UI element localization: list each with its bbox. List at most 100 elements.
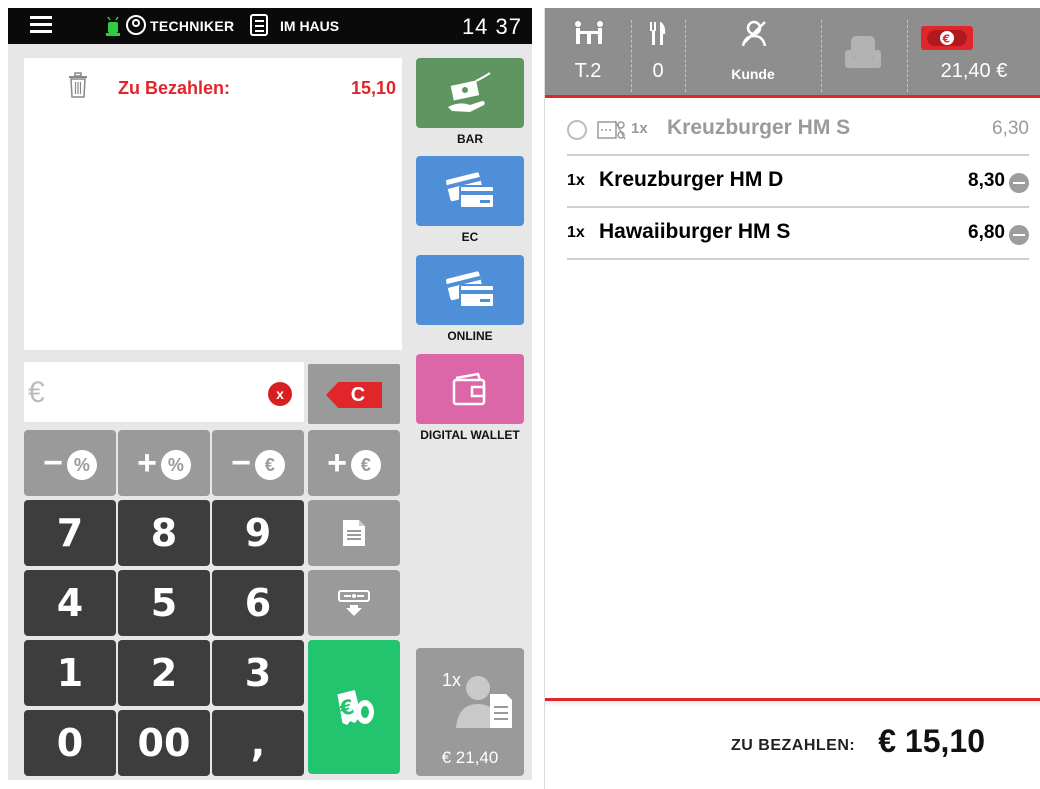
online-label: ONLINE [447,329,493,343]
remove-item-icon[interactable] [1009,225,1029,245]
trash-icon[interactable] [68,72,88,98]
key-8[interactable]: 8 [118,500,210,566]
item-name: Kreuzburger HM S [667,116,851,139]
footer-to-pay-label: ZU BEZAHLEN: [731,737,856,754]
key-7[interactable]: 7 [24,500,116,566]
hamburger-menu-icon[interactable] [30,16,52,34]
digital-wallet-button[interactable] [416,354,524,424]
key-2[interactable]: 2 [118,640,210,706]
minus-sign: − [231,443,251,482]
to-pay-label: Zu Bezahlen: [118,78,231,98]
user-icon [126,15,146,35]
split-bill-icon [597,120,626,140]
order-total: 21,40 € [940,60,1008,82]
item-price: 8,30 [968,170,1005,191]
remove-item-icon[interactable] [1009,173,1029,193]
item-name: Kreuzburger HM D [599,168,784,191]
amount-input[interactable]: € x [24,362,304,422]
top-bar: TECHNIKER IM HAUS 14 37 [8,8,532,44]
key-1[interactable]: 1 [24,640,116,706]
minus-percent-button[interactable]: −% [24,430,116,496]
order-mode-icon [250,14,268,36]
percent-icon: % [66,449,97,480]
plus-euro-button[interactable]: + € [308,430,400,496]
order-mode[interactable]: IM HAUS [280,18,339,34]
pay-receipt-icon: € [336,690,374,725]
minus-euro-button[interactable]: − € [212,430,304,496]
clock: 14 37 [461,14,522,39]
item-price: 6,80 [968,222,1005,243]
item-name: Hawaiiburger HM S [599,220,791,243]
cash-payment-button[interactable] [416,58,524,128]
percent-icon: % [160,449,191,480]
plus-percent-button[interactable]: +% [118,430,210,496]
receipt-document-icon [343,520,365,546]
complete-payment-button[interactable]: € [308,640,400,774]
cash-drawer-icon [338,590,370,616]
key-comma[interactable]: , [212,710,304,776]
table-number: T.2 [574,60,602,82]
order-header: T.2 0 Kunde € 21,40 € [545,8,1040,98]
euro-icon: € [254,449,285,480]
table-selector[interactable]: T.2 [545,8,631,98]
cash-drawer-button[interactable] [308,570,400,636]
svg-text:€: € [942,33,951,46]
key-3[interactable]: 3 [212,640,304,706]
payment-panel: TECHNIKER IM HAUS 14 37 Zu Bezahlen: 15,… [8,8,532,780]
no-customer-icon [741,20,767,47]
cash-label: BAR [457,132,483,146]
clear-input-button[interactable]: x [268,382,292,406]
key-9[interactable]: 9 [212,500,304,566]
key-5[interactable]: 5 [118,570,210,636]
item-qty: 1x [631,120,648,137]
select-radio-icon[interactable] [567,120,587,140]
online-payment-button[interactable] [416,255,524,325]
amount-placeholder: € [28,376,45,409]
customer-receipt-icon [456,676,512,728]
order-item[interactable]: 1x Kreuzburger HM D 8,30 [567,156,1029,208]
table-icon [575,21,603,44]
key-6[interactable]: 6 [212,570,304,636]
guests-selector[interactable]: 0 [631,8,685,98]
backspace-c-icon: C [326,382,382,408]
ec-payment-button[interactable] [416,156,524,226]
seat-selector[interactable] [821,8,907,98]
order-item-list: 1x Kreuzburger HM S 6,30 1x Kreuzburger … [567,104,1029,260]
siren-light-icon [106,16,120,36]
order-total-box[interactable]: € 21,40 € [907,8,1040,98]
cash-hand-icon [448,72,491,112]
wallet-icon [452,372,486,406]
item-price: 6,30 [992,118,1029,139]
order-item[interactable]: 1x Hawaiiburger HM S 6,80 [567,208,1029,260]
guest-count: 0 [652,60,664,82]
plus-sign: + [137,443,157,482]
plus-sign: + [327,443,347,482]
key-0[interactable]: 0 [24,710,116,776]
key-4[interactable]: 4 [24,570,116,636]
footer-to-pay-amount: € 15,10 [878,723,985,759]
cutlery-icon [650,22,666,45]
user-name[interactable]: TECHNIKER [150,18,234,34]
customer-selector[interactable]: Kunde [685,8,821,98]
credit-cards-icon [445,172,495,209]
banknote-icon: € [921,26,973,50]
euro-icon: € [350,449,381,480]
ec-label: EC [461,230,479,244]
armchair-icon [845,36,881,68]
item-qty: 1x [567,172,585,189]
customer-bill-total: € 21,40 [441,748,499,767]
credit-cards-icon [445,271,495,308]
payment-summary: Zu Bezahlen: 15,10 [24,58,402,350]
key-00[interactable]: 00 [118,710,210,776]
customer-bill-button[interactable]: 1x € 21,40 [416,648,524,776]
item-qty: 1x [567,224,585,241]
order-footer: ZU BEZAHLEN: € 15,10 [545,698,1040,789]
customer-label: Kunde [731,66,775,82]
digital-wallet-label: DIGITAL WALLET [420,428,520,442]
clear-all-button[interactable]: C [308,364,400,424]
order-item-paid[interactable]: 1x Kreuzburger HM S 6,30 [567,104,1029,156]
minus-sign: − [43,443,63,482]
receipt-button[interactable] [308,500,400,566]
to-pay-value: 15,10 [350,78,396,98]
order-panel: T.2 0 Kunde € 21,40 € 1x Kreuzburger HM … [544,8,1040,789]
